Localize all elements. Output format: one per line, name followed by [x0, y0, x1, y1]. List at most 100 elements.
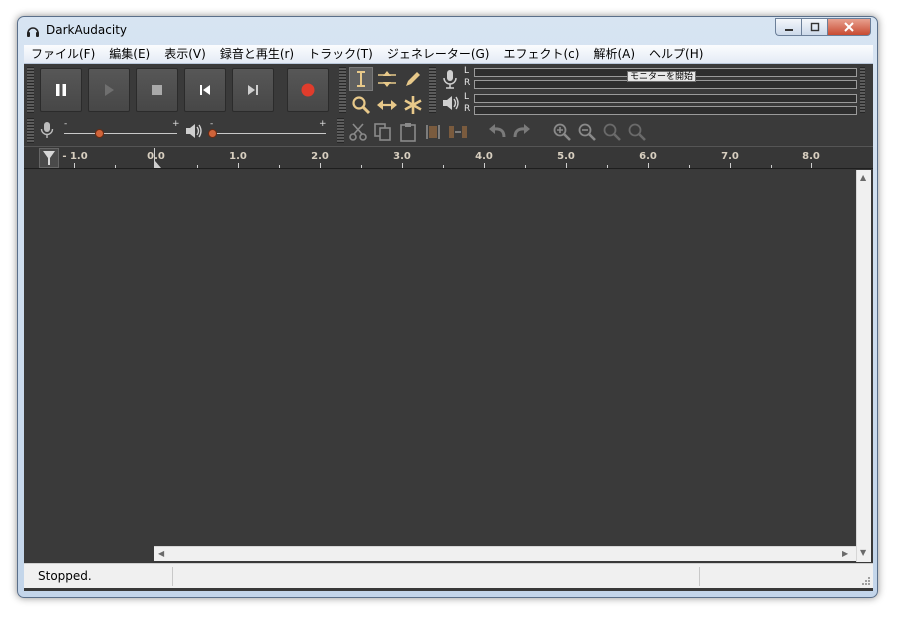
status-divider	[172, 567, 173, 586]
input-volume-track[interactable]	[64, 133, 177, 134]
menu-effect[interactable]: エフェクト(c)	[497, 45, 587, 64]
skip-to-end-button[interactable]	[232, 68, 274, 112]
app-window: DarkAudacity ファイル(F) 編集(E) 表示(V) 録音と再生(r…	[17, 16, 878, 598]
skip-to-start-icon	[200, 85, 210, 95]
mixer-grip[interactable]	[27, 118, 34, 143]
skip-to-end-icon	[248, 85, 258, 95]
menu-view[interactable]: 表示(V)	[157, 45, 213, 64]
transport-grip[interactable]	[27, 67, 34, 113]
undo-icon	[488, 123, 505, 137]
playback-meter-right-bar[interactable]	[474, 106, 857, 115]
microphone-small-icon	[40, 122, 54, 138]
zoom-in-button[interactable]	[550, 120, 573, 143]
horizontal-scrollbar[interactable]: ◀ ▶	[154, 546, 856, 561]
title-bar[interactable]: DarkAudacity	[18, 17, 877, 45]
tools-grip[interactable]	[339, 67, 346, 113]
record-meter-r-label: R	[464, 78, 471, 88]
menu-help[interactable]: ヘルプ(H)	[642, 45, 710, 64]
close-icon	[844, 22, 854, 32]
scroll-down-icon[interactable]: ▼	[860, 548, 866, 557]
output-volume-icon-wrap	[184, 122, 204, 144]
ruler-ticks	[74, 148, 812, 168]
record-meter-icon-wrap[interactable]	[442, 69, 458, 93]
edit-grip[interactable]	[337, 118, 344, 143]
client-area: ファイル(F) 編集(E) 表示(V) 録音と再生(r) トラック(T) ジェネ…	[24, 45, 873, 591]
output-volume-slider-thumb[interactable]	[208, 129, 217, 138]
envelope-tool-button[interactable]	[375, 67, 399, 91]
redo-button[interactable]	[510, 120, 533, 143]
stop-icon	[152, 85, 162, 95]
stop-button[interactable]	[136, 68, 178, 112]
menu-file[interactable]: ファイル(F)	[24, 45, 102, 64]
zoom-tool-button[interactable]	[349, 93, 373, 117]
zoom-in-icon	[553, 123, 571, 141]
speaker-icon	[443, 96, 459, 110]
magnifier-icon	[352, 96, 371, 115]
menu-analyze[interactable]: 解析(A)	[586, 45, 642, 64]
time-shift-tool-button[interactable]	[375, 93, 399, 117]
draw-tool-button[interactable]	[401, 67, 425, 91]
undo-button[interactable]	[485, 120, 508, 143]
playback-meter-icon-wrap[interactable]	[441, 94, 461, 116]
clipboard-icon	[399, 122, 416, 142]
record-meter-l-label: L	[464, 66, 470, 76]
silence-button[interactable]	[446, 120, 469, 143]
i-beam-icon	[357, 71, 365, 87]
selection-tool-button[interactable]	[349, 67, 373, 91]
track-panel[interactable]	[24, 170, 856, 562]
cut-button[interactable]	[346, 120, 369, 143]
zoom-out-button[interactable]	[575, 120, 598, 143]
menu-generate[interactable]: ジェネレーター(G)	[380, 45, 497, 64]
maximize-icon	[810, 22, 819, 32]
input-volume-slider-thumb[interactable]	[95, 129, 104, 138]
status-bar: Stopped.	[24, 563, 873, 588]
scissors-icon	[348, 122, 367, 141]
menu-bar: ファイル(F) 編集(E) 表示(V) 録音と再生(r) トラック(T) ジェネ…	[24, 45, 873, 64]
meter-end-grip[interactable]	[860, 67, 865, 113]
pause-icon	[56, 84, 66, 96]
playback-meter-r-label: R	[464, 104, 471, 114]
play-button[interactable]	[88, 68, 130, 112]
vertical-scrollbar[interactable]: ▲ ▼	[856, 170, 871, 562]
record-button[interactable]	[287, 68, 329, 112]
zoom-out-icon	[578, 123, 596, 141]
copy-button[interactable]	[371, 120, 394, 143]
scroll-right-icon[interactable]: ▶	[842, 549, 848, 558]
fit-selection-button[interactable]	[600, 120, 623, 143]
window-controls	[775, 18, 871, 36]
scroll-left-icon[interactable]: ◀	[158, 549, 164, 558]
toolbar-area: L R モニターを開始 L R - + - +	[24, 65, 873, 145]
fit-project-button[interactable]	[625, 120, 648, 143]
timeline-ruler[interactable]: - 1.0 0.0 1.0 2.0 3.0 4.0 5.0 6.0 7.0 8.…	[24, 146, 873, 169]
microphone-icon	[443, 70, 457, 89]
close-button[interactable]	[827, 18, 871, 36]
double-arrow-icon	[377, 100, 397, 110]
resize-grip-icon[interactable]	[860, 575, 870, 585]
playback-meter-left-bar[interactable]	[474, 94, 857, 103]
redo-icon	[513, 123, 530, 137]
playback-meter-l-label: L	[464, 92, 470, 102]
minimize-button[interactable]	[775, 18, 801, 36]
pause-button[interactable]	[40, 68, 82, 112]
menu-edit[interactable]: 編集(E)	[102, 45, 157, 64]
skip-to-start-button[interactable]	[184, 68, 226, 112]
meter-grip[interactable]	[429, 67, 436, 113]
scroll-up-icon[interactable]: ▲	[860, 173, 866, 182]
output-volume-min-label: -	[210, 119, 214, 129]
output-volume-track[interactable]	[210, 133, 326, 134]
menu-tracks[interactable]: トラック(T)	[301, 45, 380, 64]
status-text: Stopped.	[38, 569, 92, 583]
trim-button[interactable]	[421, 120, 444, 143]
pencil-icon	[406, 72, 420, 86]
start-monitoring-button[interactable]: モニターを開始	[627, 71, 697, 82]
multi-tool-button[interactable]	[401, 93, 425, 117]
paste-button[interactable]	[396, 120, 419, 143]
play-icon	[105, 84, 114, 96]
input-volume-icon-wrap	[40, 121, 54, 143]
envelope-icon	[378, 71, 396, 87]
maximize-button[interactable]	[801, 18, 827, 36]
menu-transport[interactable]: 録音と再生(r)	[213, 45, 301, 64]
speaker-small-icon	[186, 124, 202, 138]
headphones-icon	[27, 27, 39, 37]
input-volume-min-label: -	[64, 119, 68, 129]
